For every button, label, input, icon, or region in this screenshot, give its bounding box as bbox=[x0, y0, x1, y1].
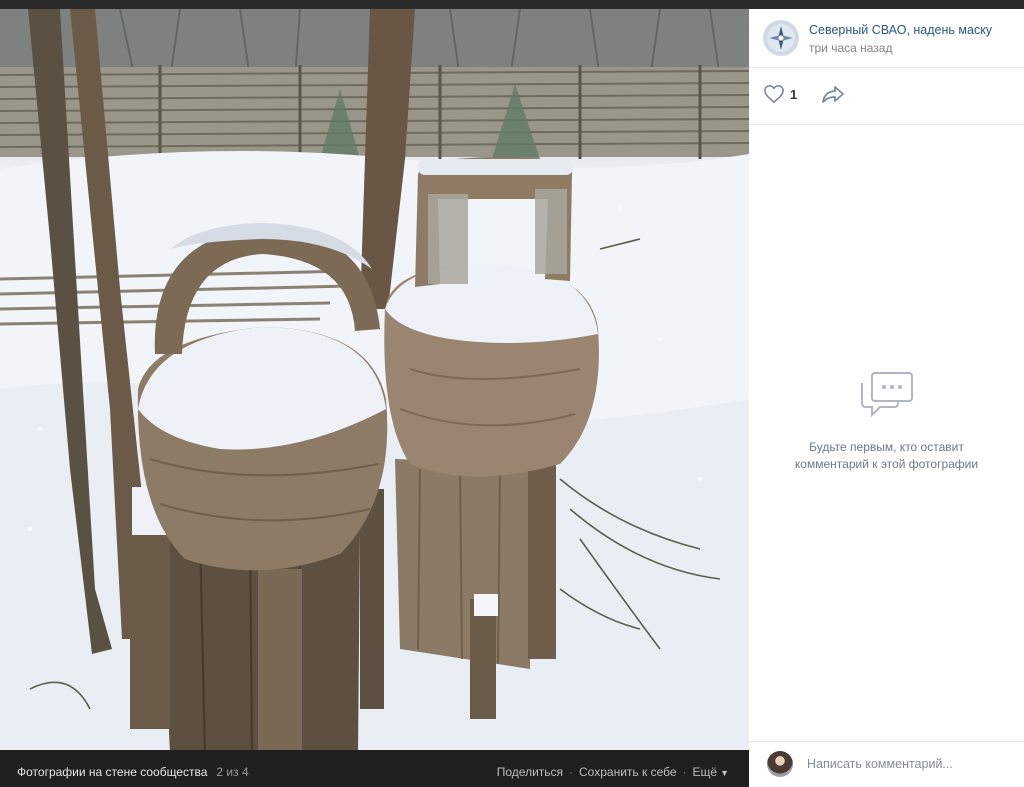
separator-dot: · bbox=[569, 765, 574, 779]
post-actions: 1 bbox=[749, 68, 1024, 125]
more-menu[interactable]: Ещё ▼ bbox=[693, 765, 729, 779]
album-info: Фотографии на стене сообщества 2 из 4 bbox=[17, 765, 249, 779]
separator-dot: · bbox=[682, 765, 687, 779]
like-button[interactable]: 1 bbox=[763, 84, 797, 104]
post-author-link[interactable]: Северный СВАО, надень маску bbox=[809, 23, 992, 37]
chevron-down-icon: ▼ bbox=[720, 768, 729, 778]
heart-icon bbox=[764, 85, 784, 103]
compass-icon bbox=[767, 24, 795, 52]
viewer-bottom-bar: Фотографии на стене сообщества 2 из 4 Под… bbox=[0, 750, 749, 787]
post-timestamp[interactable]: три часа назад bbox=[809, 41, 892, 55]
more-label: Ещё bbox=[692, 765, 718, 779]
photo-sidebar: Северный СВАО, надень маску три часа наз… bbox=[749, 9, 1024, 787]
save-photo-link[interactable]: Сохранить к себе bbox=[579, 765, 677, 779]
share-photo-link[interactable]: Поделиться bbox=[497, 765, 563, 779]
empty-comments-line2: комментарий к этой фотографии bbox=[794, 457, 979, 471]
share-arrow-icon bbox=[822, 86, 844, 103]
empty-comments-line1: Будьте первым, кто оставит bbox=[809, 440, 964, 454]
viewer-top-strip bbox=[0, 0, 1024, 9]
comment-bubble-icon bbox=[860, 372, 913, 418]
community-avatar[interactable] bbox=[763, 20, 799, 56]
photo-viewport[interactable] bbox=[0, 9, 749, 750]
share-button[interactable] bbox=[821, 84, 845, 109]
comment-input[interactable] bbox=[805, 748, 1014, 780]
user-avatar[interactable] bbox=[767, 751, 793, 777]
viewer-actions: Поделиться · Сохранить к себе · Ещё ▼ bbox=[497, 765, 729, 779]
post-header: Северный СВАО, надень маску три часа наз… bbox=[749, 9, 1024, 68]
photo-image bbox=[0, 9, 749, 750]
photo-counter: 2 из 4 bbox=[216, 765, 249, 779]
album-title[interactable]: Фотографии на стене сообщества bbox=[17, 765, 207, 779]
comment-composer bbox=[749, 741, 1024, 787]
empty-comments: Будьте первым, кто оставит комментарий к… bbox=[749, 369, 1024, 473]
like-count: 1 bbox=[790, 86, 798, 102]
